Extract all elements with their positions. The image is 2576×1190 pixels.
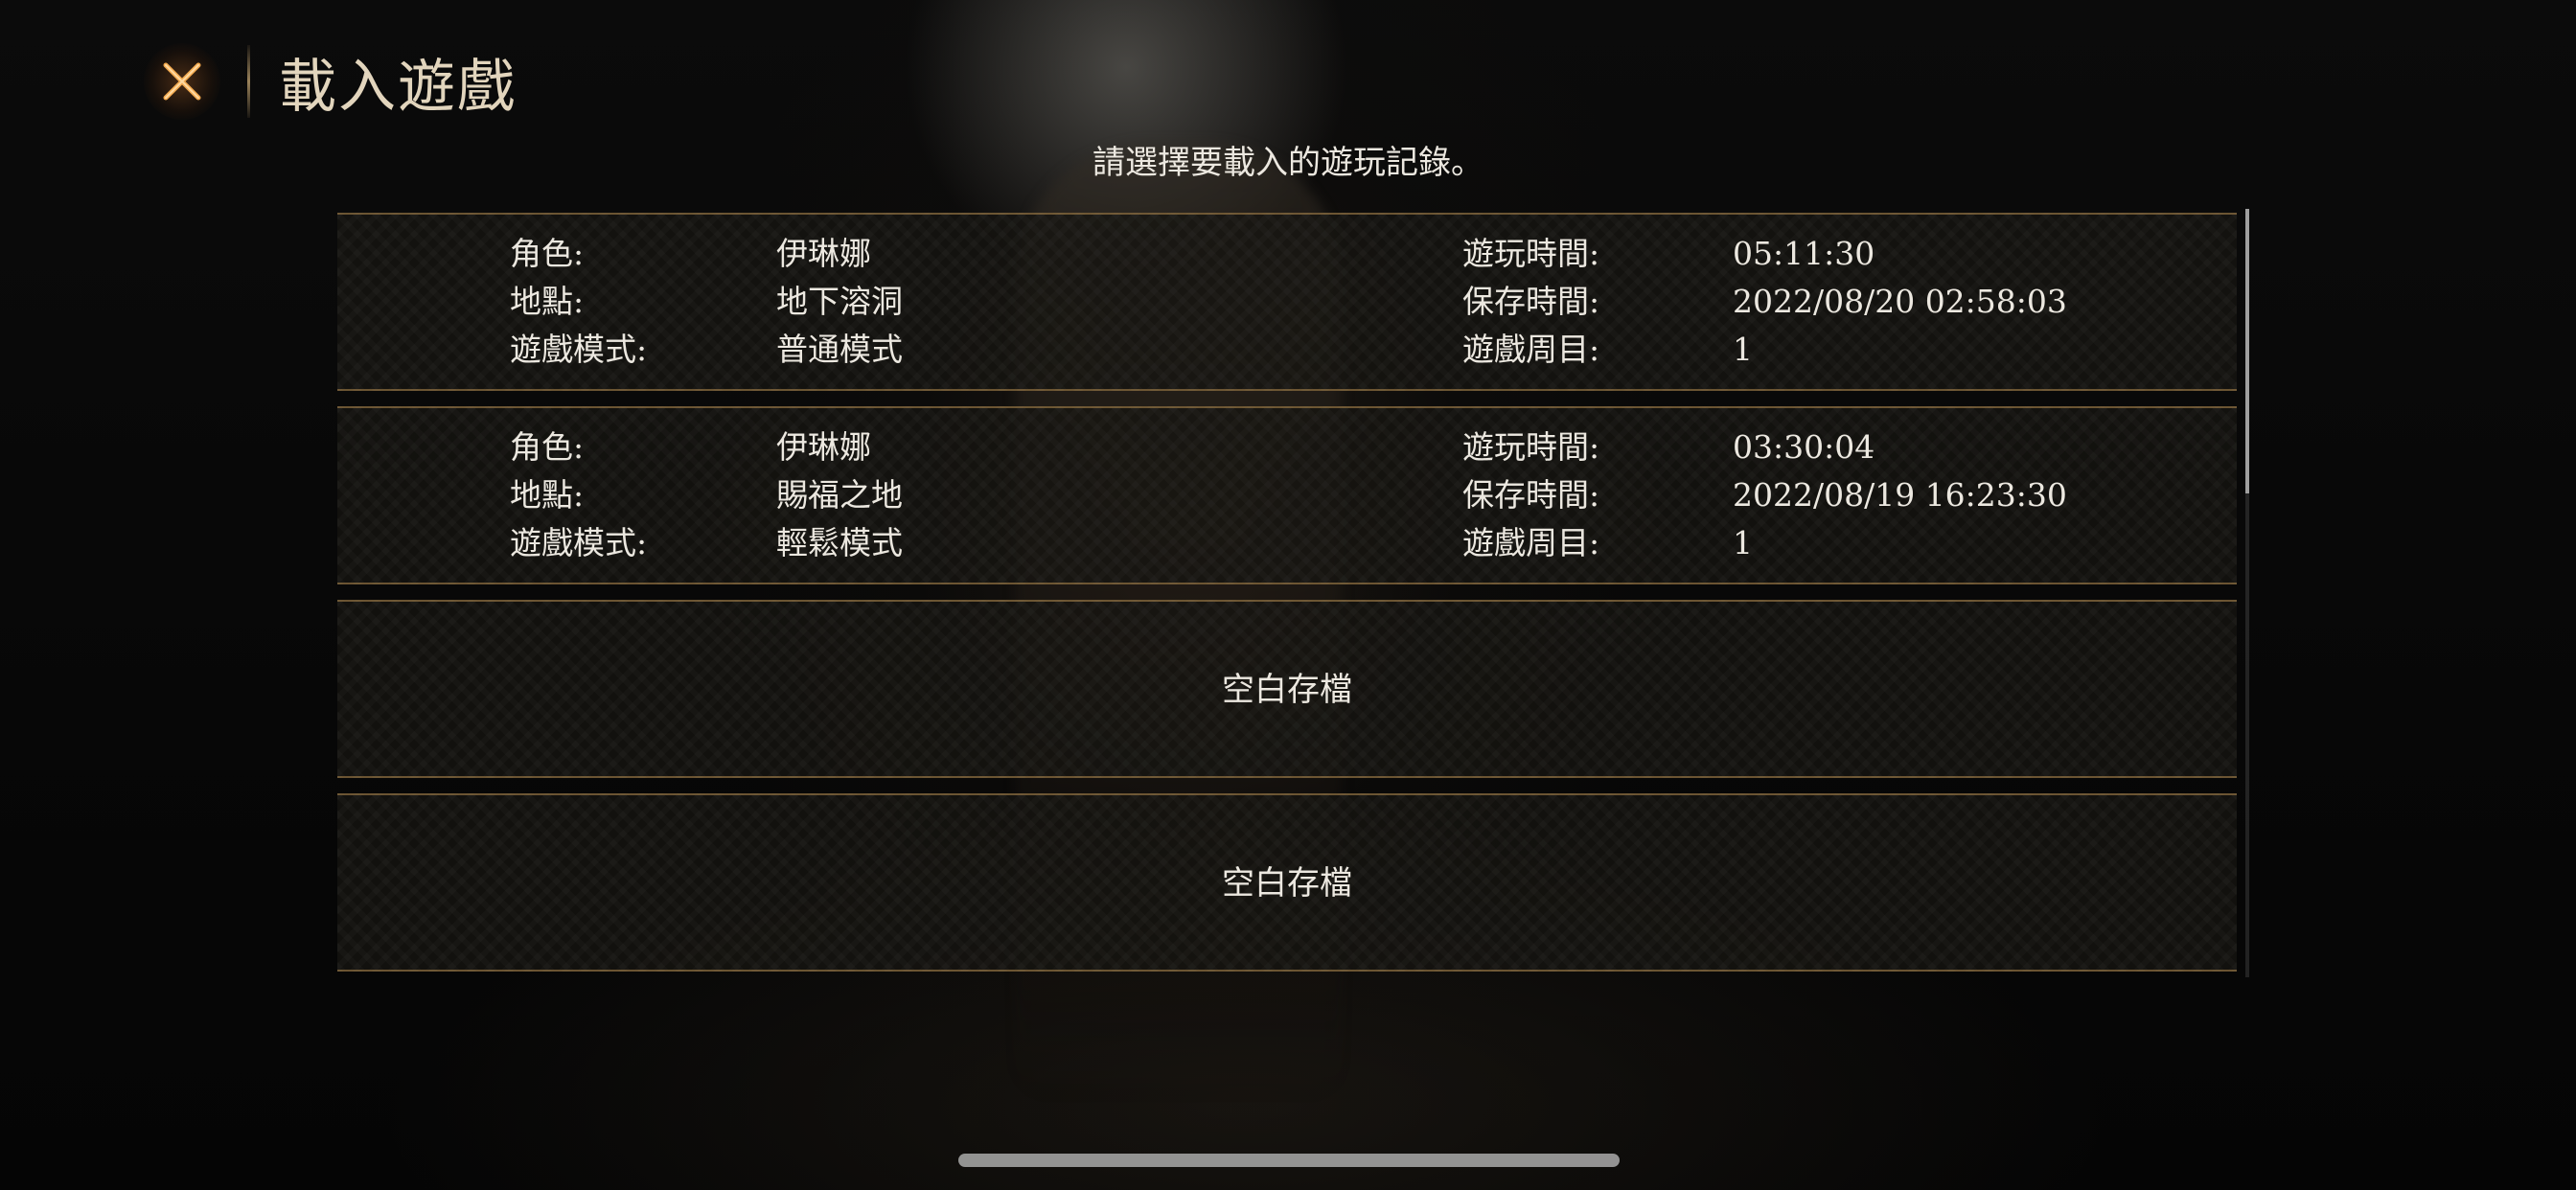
save-slot-1[interactable]: 角色: 伊琳娜 地點: 地下溶洞 遊戲模式: 普通模式 遊玩時間: 05:11:… bbox=[337, 213, 2237, 391]
save-slot-list: 角色: 伊琳娜 地點: 地下溶洞 遊戲模式: 普通模式 遊玩時間: 05:11:… bbox=[337, 213, 2237, 979]
saved-time-value: 2022/08/19 16:23:30 bbox=[1733, 476, 2067, 514]
cycle-value: 1 bbox=[1733, 331, 1753, 368]
instruction-text: 請選擇要載入的遊玩記錄。 bbox=[1092, 144, 1484, 182]
character-value: 伊琳娜 bbox=[776, 428, 871, 466]
mode-label: 遊戲模式: bbox=[510, 524, 648, 561]
mode-value: 普通模式 bbox=[776, 331, 903, 368]
empty-slot-label: 空白存檔 bbox=[1222, 864, 1352, 903]
playtime-value: 05:11:30 bbox=[1733, 235, 1875, 272]
empty-save-slot-4[interactable]: 空白存檔 bbox=[337, 793, 2237, 972]
empty-save-slot-3[interactable]: 空白存檔 bbox=[337, 600, 2237, 778]
scrollbar-thumb[interactable] bbox=[2245, 209, 2249, 493]
character-label: 角色: bbox=[510, 235, 585, 272]
home-indicator[interactable] bbox=[958, 1154, 1620, 1167]
character-value: 伊琳娜 bbox=[776, 235, 871, 272]
empty-slot-label: 空白存檔 bbox=[1222, 671, 1352, 709]
character-label: 角色: bbox=[510, 428, 585, 466]
cycle-value: 1 bbox=[1733, 524, 1753, 561]
save-slot-2[interactable]: 角色: 伊琳娜 地點: 賜福之地 遊戲模式: 輕鬆模式 遊玩時間: 03:30:… bbox=[337, 406, 2237, 584]
mode-value: 輕鬆模式 bbox=[776, 524, 903, 561]
playtime-label: 遊玩時間: bbox=[1462, 235, 1600, 272]
location-value: 賜福之地 bbox=[776, 476, 903, 514]
page-title: 載入遊戲 bbox=[279, 53, 517, 121]
saved-time-label: 保存時間: bbox=[1462, 283, 1600, 320]
close-button[interactable] bbox=[144, 43, 220, 120]
close-x-icon bbox=[163, 62, 201, 101]
location-label: 地點: bbox=[510, 476, 585, 514]
saved-time-label: 保存時間: bbox=[1462, 476, 1600, 514]
mode-label: 遊戲模式: bbox=[510, 331, 648, 368]
cycle-label: 遊戲周目: bbox=[1462, 524, 1600, 561]
playtime-label: 遊玩時間: bbox=[1462, 428, 1600, 466]
cycle-label: 遊戲周目: bbox=[1462, 331, 1600, 368]
header: 載入遊戲 bbox=[144, 38, 517, 125]
location-value: 地下溶洞 bbox=[776, 283, 903, 320]
playtime-value: 03:30:04 bbox=[1733, 428, 1875, 466]
saved-time-value: 2022/08/20 02:58:03 bbox=[1733, 283, 2067, 320]
location-label: 地點: bbox=[510, 283, 585, 320]
header-divider bbox=[247, 45, 250, 118]
scrollbar[interactable] bbox=[2245, 209, 2249, 977]
